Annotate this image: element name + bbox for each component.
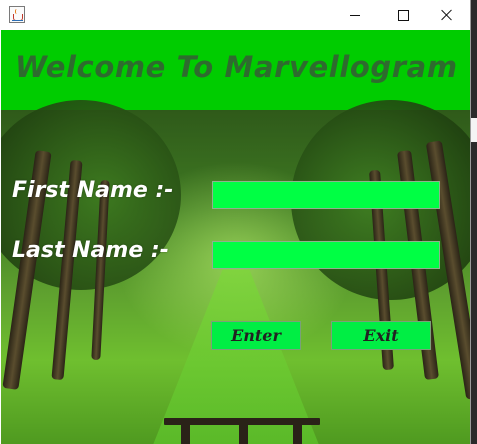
maximize-icon — [397, 9, 409, 21]
header-banner: Welcome To Marvellogram — [1, 30, 470, 110]
page-title: Welcome To Marvellogram — [15, 50, 458, 84]
bench-leg — [293, 424, 302, 444]
first-name-label: First Name :- — [12, 178, 174, 203]
title-bar[interactable] — [0, 0, 470, 30]
java-cup-icon — [9, 6, 25, 23]
last-name-field[interactable] — [212, 241, 440, 269]
first-name-field[interactable] — [212, 181, 440, 209]
last-name-label: Last Name :- — [12, 238, 169, 263]
background-window-fragment — [471, 118, 477, 142]
close-icon — [441, 9, 453, 21]
minimize-button[interactable] — [332, 0, 378, 30]
enter-button[interactable]: Enter — [211, 321, 301, 350]
desktop-background — [471, 0, 477, 444]
maximize-button[interactable] — [380, 0, 426, 30]
minimize-icon — [350, 14, 360, 16]
forest-background-image — [1, 100, 470, 444]
bench-leg — [239, 424, 248, 444]
app-window: Welcome To Marvellogram First Name :- La… — [0, 0, 471, 444]
close-button[interactable] — [424, 0, 470, 30]
bench-leg — [181, 424, 190, 444]
exit-button[interactable]: Exit — [331, 321, 431, 350]
content-pane: Welcome To Marvellogram First Name :- La… — [1, 30, 470, 444]
